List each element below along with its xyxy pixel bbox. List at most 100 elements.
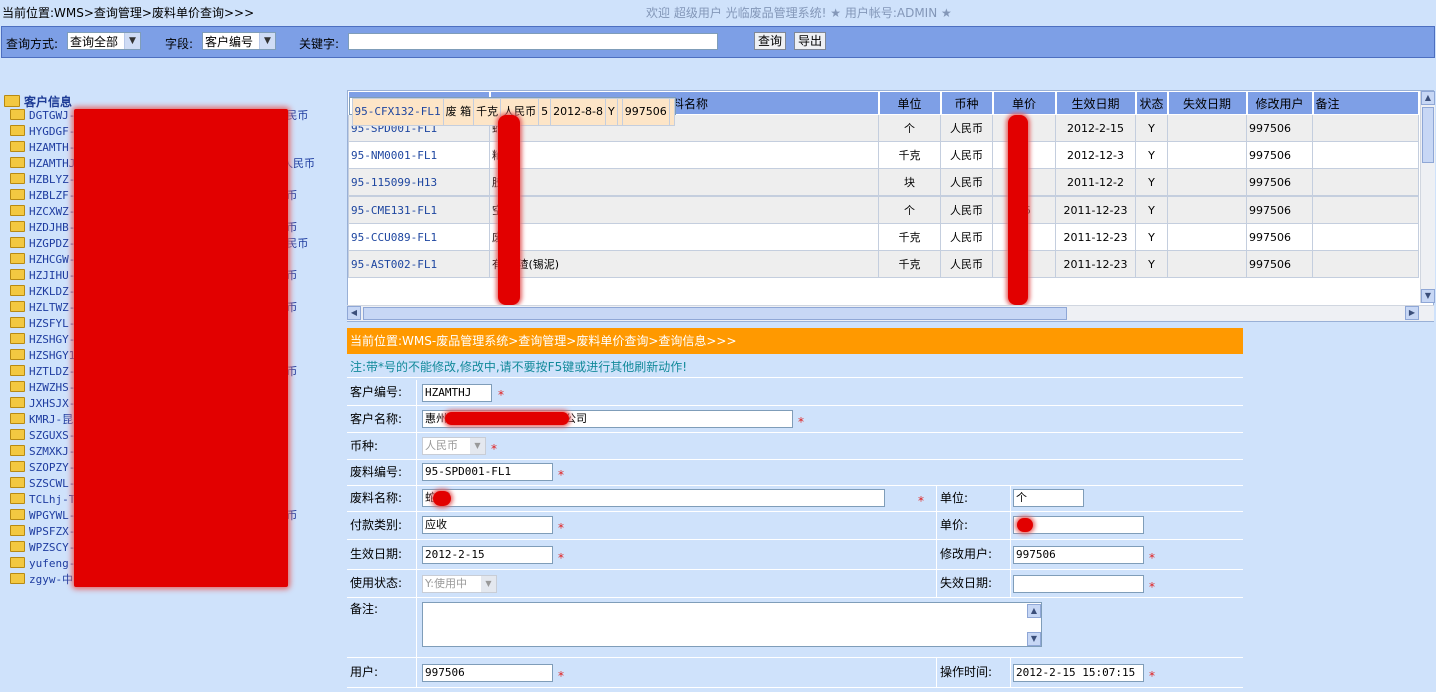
- cell-user: 997506: [621, 97, 670, 126]
- cell-currency: 人民币: [940, 141, 993, 169]
- cell-code: 95-CFX132-FL1: [351, 97, 444, 126]
- payment-field[interactable]: 应收: [422, 516, 553, 534]
- cell-currency: 人民币: [940, 196, 993, 224]
- tree-item-code: JXHSJX-: [29, 397, 76, 410]
- grid-vertical-scrollbar[interactable]: ▲ ▼: [1420, 91, 1435, 303]
- modifier-label: 修改用户:: [936, 540, 1011, 569]
- grid-horizontal-scrollbar[interactable]: ◀ ▶: [347, 305, 1434, 321]
- tree-item-code: HZSHGY1: [29, 349, 76, 362]
- row-material-name: 废料名称: 蛇 袋 * 单位: 个: [347, 486, 1243, 512]
- column-header[interactable]: 单位: [878, 91, 942, 115]
- user-field[interactable]: 997506: [422, 664, 553, 682]
- column-header[interactable]: 修改用户: [1246, 91, 1314, 115]
- folder-icon: [10, 493, 25, 504]
- material-name-field[interactable]: 蛇 袋: [422, 489, 885, 507]
- effective-date-field[interactable]: 2012-2-15: [422, 546, 553, 564]
- field-select[interactable]: 客户编号 ▼: [202, 32, 276, 50]
- cell-unit: 千克: [878, 223, 941, 251]
- folder-icon: [10, 285, 25, 296]
- usage-status-value: Y:使用中: [425, 577, 467, 590]
- required-mark: *: [558, 468, 564, 482]
- folder-icon: [10, 237, 25, 248]
- keyword-label: 关键字:: [299, 37, 340, 51]
- tree-item-code: WPZSCY-: [29, 541, 76, 554]
- cell-name: 有 锡渣(锡泥): [489, 250, 879, 278]
- row-user: 用户: 997506 * 操作时间: 2012-2-15 15:07:15 *: [347, 658, 1243, 688]
- currency-select[interactable]: 人民币 ▼: [422, 437, 486, 455]
- tree-item-code: HZSHGY-: [29, 333, 76, 346]
- cell-remark: [668, 97, 675, 126]
- cell-unit: 块: [878, 168, 941, 196]
- customer-code-field[interactable]: HZAMTHJ: [422, 384, 492, 402]
- column-header[interactable]: 失效日期: [1167, 91, 1248, 115]
- scroll-down-icon[interactable]: ▼: [1421, 289, 1435, 303]
- cell-currency: 人民币: [940, 168, 993, 196]
- cell-expire: [1167, 141, 1247, 169]
- cell-expire: [1167, 250, 1247, 278]
- detail-form: 当前位置:WMS-废品管理系统>查询管理>废料单价查询>查询信息>>> 注:带*…: [347, 328, 1243, 692]
- usage-status-select[interactable]: Y:使用中 ▼: [422, 575, 497, 593]
- scroll-up-icon[interactable]: ▲: [1027, 604, 1041, 618]
- tree-item-code: HYGDGF-: [29, 125, 76, 138]
- operation-time-field[interactable]: 2012-2-15 15:07:15: [1013, 664, 1144, 682]
- tree-item-code: HZLTWZ-: [29, 301, 76, 314]
- folder-icon: [10, 525, 25, 536]
- folder-icon: [10, 125, 25, 136]
- column-header[interactable]: 备注: [1312, 91, 1420, 115]
- tree-item-code: WPSFZX-: [29, 525, 76, 538]
- table-row[interactable]: 95-CFX132-FL1 废 箱千克 人民币 5 2012-8-8 Y 997506: [348, 96, 676, 126]
- cell-remark: [1312, 114, 1419, 142]
- required-mark: *: [918, 494, 924, 508]
- remark-textarea[interactable]: ▲ ▼: [422, 602, 1042, 647]
- column-header[interactable]: 生效日期: [1055, 91, 1137, 115]
- cell-status: Y: [605, 97, 618, 126]
- tree-item-code: TCLhj-T: [29, 493, 76, 506]
- required-mark: *: [558, 669, 564, 683]
- scroll-down-icon[interactable]: ▼: [1027, 632, 1041, 646]
- column-header[interactable]: 币种: [940, 91, 994, 115]
- export-button[interactable]: 导出: [794, 32, 827, 50]
- cell-code: 95-CCU089-FL1: [348, 223, 490, 251]
- material-code-field[interactable]: 95-SPD001-FL1: [422, 463, 553, 481]
- folder-open-icon: [4, 95, 20, 107]
- query-button[interactable]: 查询: [754, 32, 787, 50]
- tree-item-code: yufeng-: [29, 557, 76, 570]
- payment-label: 付款类别:: [347, 512, 417, 539]
- cell-code: 95-NM0001-FL1: [348, 141, 490, 169]
- cell-unit: 个: [878, 196, 941, 224]
- keyword-input[interactable]: [348, 33, 718, 50]
- cell-expire: [1167, 223, 1247, 251]
- cell-status: Y: [1135, 168, 1168, 196]
- folder-icon: [10, 477, 25, 488]
- cell-user: 997506: [1246, 223, 1313, 251]
- tree-item-code: HZCXWZ-: [29, 205, 76, 218]
- currency-value: 人民币: [425, 439, 458, 452]
- scroll-thumb[interactable]: [1422, 107, 1434, 163]
- row-effective-date: 生效日期: 2012-2-15 * 修改用户: 997506 *: [347, 540, 1243, 570]
- folder-icon: [10, 253, 25, 264]
- cell-unit: 个: [878, 114, 941, 142]
- cell-remark: [1312, 196, 1419, 224]
- column-header[interactable]: 状态: [1135, 91, 1169, 115]
- folder-icon: [10, 349, 25, 360]
- required-mark: *: [558, 551, 564, 565]
- folder-icon: [10, 269, 25, 280]
- customer-name-prefix: 惠州: [425, 412, 447, 425]
- tree-item-code: HZBLYZ-: [29, 173, 76, 186]
- column-header[interactable]: 单价: [992, 91, 1057, 115]
- material-name-label: 废料名称:: [347, 486, 417, 511]
- tree-item-code: HZSFYL-: [29, 317, 76, 330]
- modifier-field[interactable]: 997506: [1013, 546, 1144, 564]
- scroll-up-icon[interactable]: ▲: [1421, 91, 1435, 105]
- tree-item-code: HZDJHB-: [29, 221, 76, 234]
- scroll-left-icon[interactable]: ◀: [347, 306, 361, 320]
- scroll-thumb[interactable]: [363, 307, 1067, 320]
- cell-user: 997506: [1246, 250, 1313, 278]
- scroll-right-icon[interactable]: ▶: [1405, 306, 1419, 320]
- cell-date: 2011-12-23: [1055, 223, 1136, 251]
- unit-field[interactable]: 个: [1013, 489, 1084, 507]
- expire-date-field[interactable]: [1013, 575, 1144, 593]
- query-mode-select[interactable]: 查询全部 ▼: [67, 32, 141, 50]
- tree-item-code: SZOPZY-: [29, 461, 76, 474]
- cell-expire: [1167, 168, 1247, 196]
